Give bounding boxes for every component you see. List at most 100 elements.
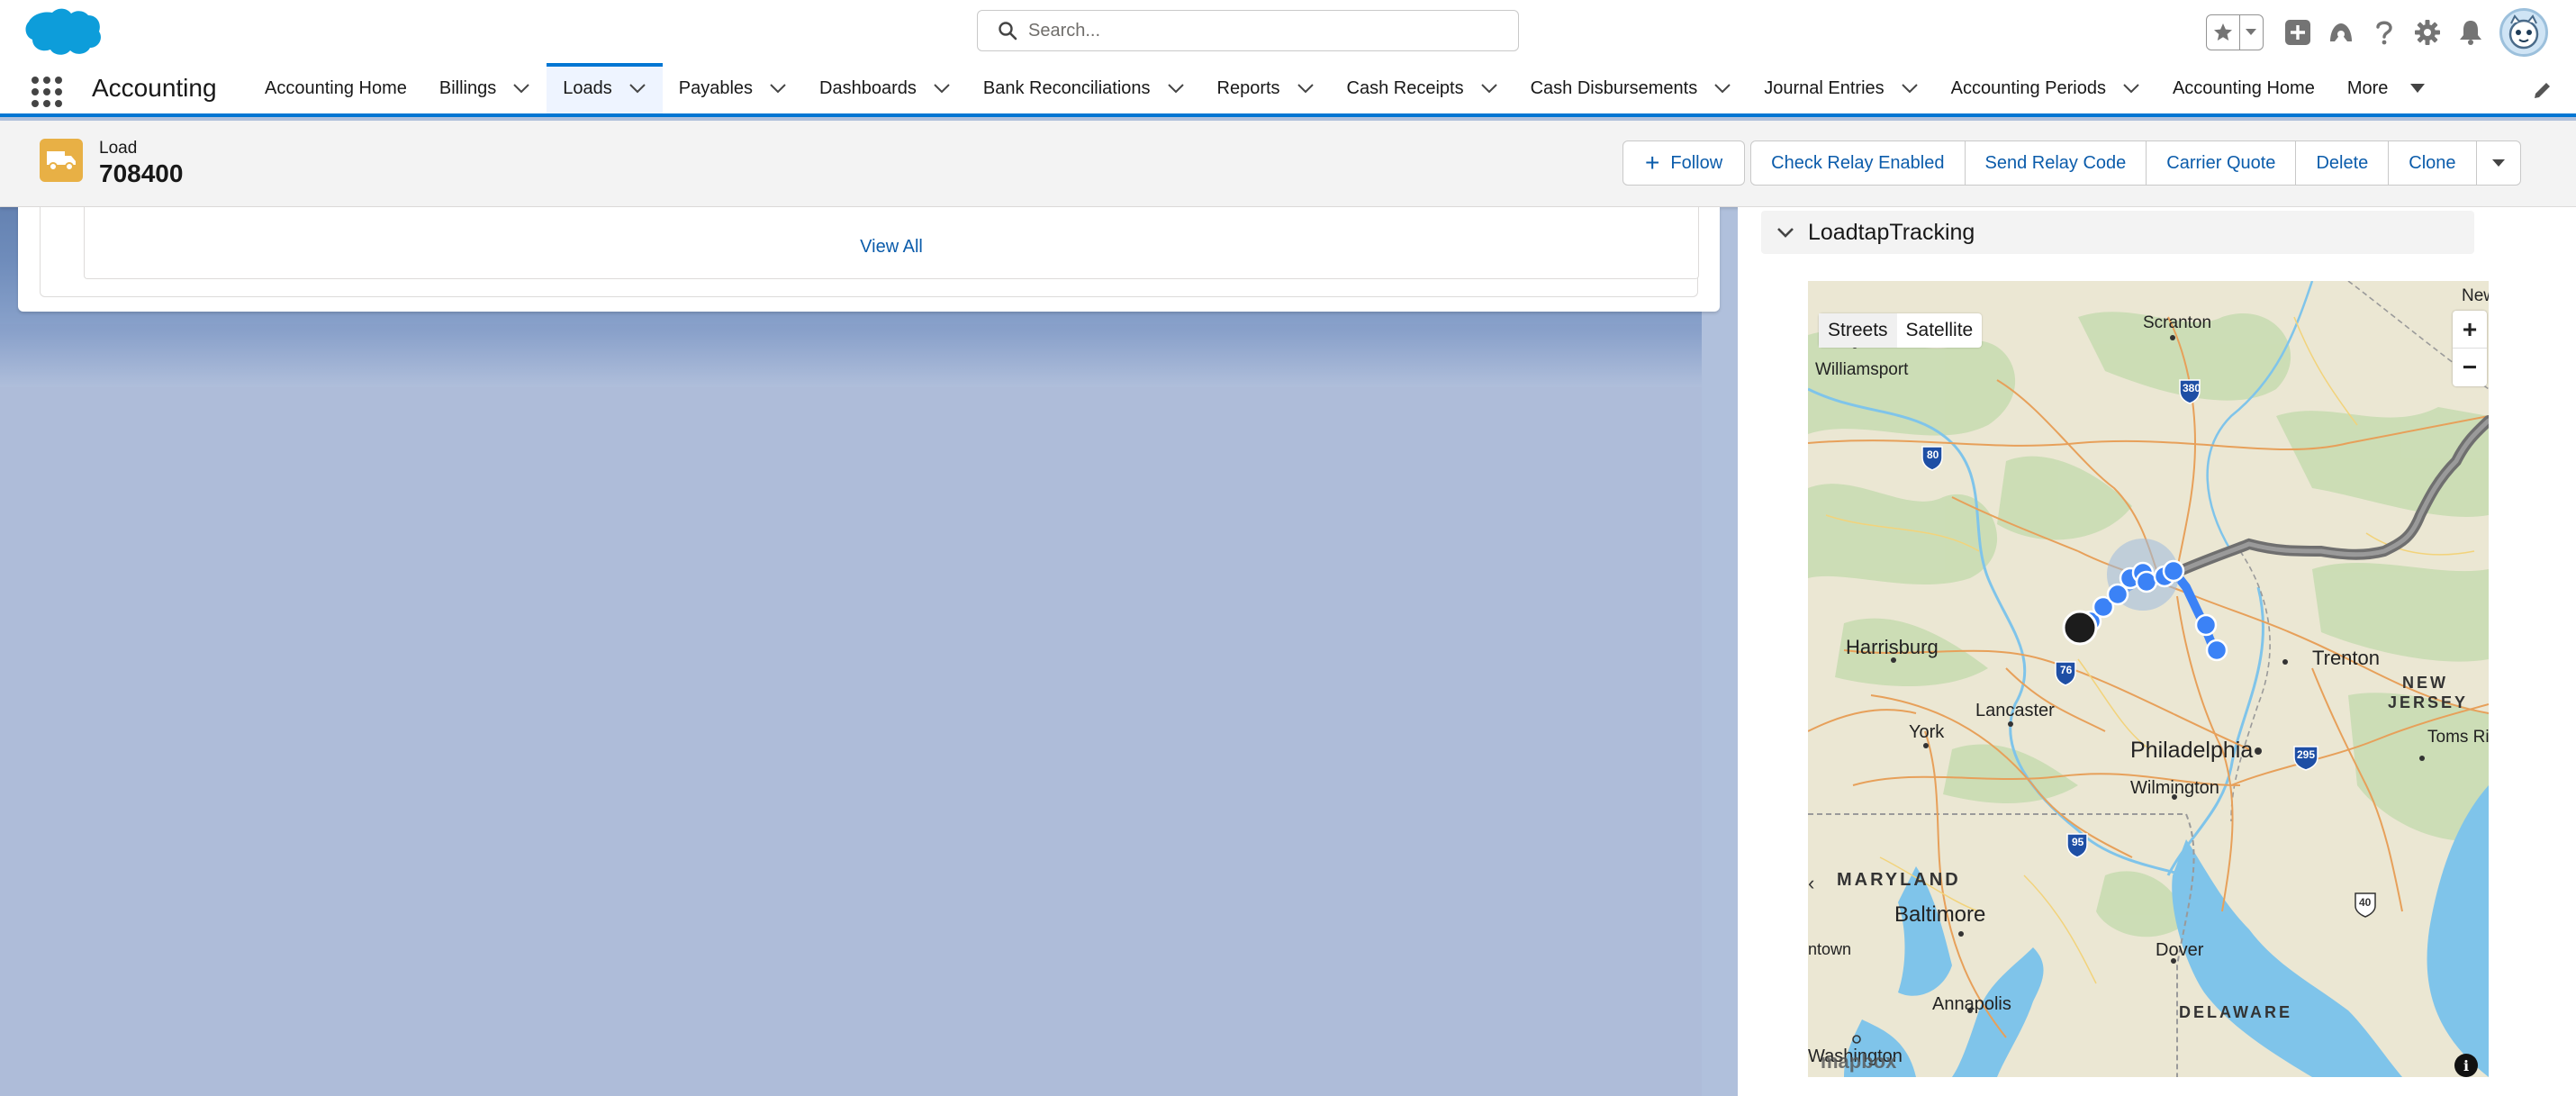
more-actions-button[interactable]: [2475, 140, 2521, 186]
nav-item-label: More: [2346, 77, 2389, 98]
caret-down-icon: [2491, 159, 2505, 167]
map-label-dover: Dover: [2156, 940, 2204, 960]
map-canvas[interactable]: [1808, 281, 2489, 1077]
global-create-icon[interactable]: [2276, 13, 2319, 52]
page-background: [0, 324, 1738, 1096]
nav-item-loads[interactable]: Loads: [547, 63, 663, 113]
chevron-down-icon[interactable]: [933, 82, 951, 95]
chevron-down-icon[interactable]: [1901, 82, 1919, 95]
user-avatar[interactable]: [2499, 8, 2548, 57]
app-name: Accounting: [92, 74, 217, 102]
send-relay-code-button[interactable]: Send Relay Code: [1964, 140, 2147, 186]
map-label-york: York: [1909, 722, 1945, 742]
streets-button[interactable]: Streets: [1819, 313, 1897, 348]
zoom-out-button[interactable]: −: [2453, 349, 2487, 386]
section-title: LoadtapTracking: [1808, 219, 1975, 245]
clone-button[interactable]: Clone: [2388, 140, 2477, 186]
delete-button[interactable]: Delete: [2295, 140, 2390, 186]
chevron-down-icon[interactable]: [1713, 82, 1731, 95]
zoom-in-button[interactable]: +: [2453, 311, 2487, 349]
follow-label: Follow: [1670, 152, 1723, 173]
chevron-down-icon[interactable]: [512, 82, 530, 95]
notifications-bell-icon[interactable]: [2449, 13, 2492, 52]
app-launcher-icon[interactable]: [27, 72, 63, 108]
carrier-quote-button[interactable]: Carrier Quote: [2146, 140, 2297, 186]
mapbox-logo[interactable]: mapbox: [1821, 1050, 1896, 1073]
nav-items: Accounting Home Billings Loads Payables …: [249, 63, 2442, 113]
chevron-down-icon[interactable]: [1297, 82, 1315, 95]
nav-item-label: Cash Receipts: [1346, 77, 1464, 98]
app-navigation-bar: Accounting Accounting Home Billings Load…: [0, 63, 2576, 117]
nav-item-label: Journal Entries: [1764, 77, 1885, 98]
map-label-trenton: Trenton: [2312, 647, 2381, 669]
nav-item-label: Dashboards: [819, 77, 917, 98]
nav-item-accounting-home[interactable]: Accounting Home: [249, 63, 423, 113]
chevron-down-icon[interactable]: [628, 82, 646, 95]
map-label-lancaster: Lancaster: [1975, 701, 2055, 720]
related-list-footer: View All: [84, 207, 1699, 279]
map-label-toms-river: Toms Riv: [2427, 728, 2489, 747]
nav-item-accounting-periods[interactable]: Accounting Periods: [1935, 63, 2156, 113]
map-label-maryland: MARYLAND: [1837, 870, 1961, 890]
map-label-baltimore: Baltimore: [1894, 902, 1986, 927]
nav-item-cash-disbursements[interactable]: Cash Disbursements: [1514, 63, 1749, 113]
nav-item-journal-entries[interactable]: Journal Entries: [1748, 63, 1934, 113]
chevron-down-icon[interactable]: [2122, 82, 2140, 95]
chevron-down-icon[interactable]: [1480, 82, 1498, 95]
record-type-label: Load: [99, 139, 138, 158]
loadtap-tracking-section-header[interactable]: LoadtapTracking: [1761, 211, 2474, 254]
column-gutter: [1702, 207, 1738, 1096]
header-icons: [2206, 8, 2548, 57]
map-label-scranton: Scranton: [2143, 313, 2212, 332]
nav-item-label: Loads: [563, 77, 612, 98]
nav-item-label: Cash Disbursements: [1530, 77, 1698, 98]
nav-item-accounting-home-2[interactable]: Accounting Home: [2156, 63, 2331, 113]
map-label-jersey: JERSEY: [2388, 693, 2469, 711]
record-actions: + Follow Check Relay Enabled Send Relay C…: [1622, 140, 2521, 186]
map-label-allentown: ntown: [1808, 940, 1852, 958]
salesforce-logo[interactable]: [18, 5, 103, 59]
chevron-down-icon[interactable]: [769, 82, 787, 95]
nav-item-label: Accounting Periods: [1950, 77, 2106, 98]
setup-gear-icon[interactable]: [2406, 13, 2449, 52]
nav-item-bank-reconciliations[interactable]: Bank Reconciliations: [967, 63, 1201, 113]
map-label-delaware: DELAWARE: [2179, 1003, 2293, 1021]
nav-item-label: Bank Reconciliations: [982, 77, 1151, 98]
map-label-new-york: New: [2462, 286, 2489, 305]
shield-label-95: 95: [2072, 836, 2084, 848]
map-info-icon[interactable]: i: [2454, 1054, 2478, 1077]
chevron-left-icon[interactable]: ‹: [1808, 872, 1814, 895]
nav-item-payables[interactable]: Payables: [663, 63, 803, 113]
search-input[interactable]: [1028, 20, 1496, 41]
global-search[interactable]: [977, 10, 1519, 51]
shield-label-76: 76: [2060, 664, 2073, 676]
tracking-map[interactable]: Scranton Williamsport Harrisburg Lancast…: [1808, 281, 2489, 1077]
favorite-star-icon[interactable]: [2207, 15, 2240, 50]
check-relay-enabled-button[interactable]: Check Relay Enabled: [1750, 140, 1966, 186]
edit-nav-pencil-icon[interactable]: [2532, 79, 2553, 101]
follow-button[interactable]: + Follow: [1622, 140, 1746, 186]
view-all-link[interactable]: View All: [85, 237, 1698, 258]
caret-down-icon[interactable]: [2409, 83, 2426, 94]
nav-item-billings[interactable]: Billings: [423, 63, 547, 113]
nav-item-label: Accounting Home: [265, 77, 407, 98]
map-label-annapolis: Annapolis: [1932, 994, 2011, 1014]
nav-item-reports[interactable]: Reports: [1201, 63, 1331, 113]
shield-label-40: 40: [2359, 896, 2372, 909]
favorites-list-icon[interactable]: [2240, 15, 2263, 50]
trailhead-help-icon[interactable]: [2319, 13, 2363, 52]
favorites-group: [2206, 14, 2264, 50]
chevron-down-icon[interactable]: [1167, 82, 1185, 95]
shield-label-380: 380: [2183, 382, 2201, 394]
nav-item-dashboards[interactable]: Dashboards: [803, 63, 967, 113]
map-label-philadelphia: Philadelphia: [2130, 738, 2254, 763]
zoom-control: + −: [2453, 311, 2487, 386]
nav-item-label: Billings: [438, 77, 497, 98]
nav-item-cash-receipts[interactable]: Cash Receipts: [1331, 63, 1514, 113]
nav-item-more[interactable]: More: [2331, 63, 2443, 113]
chevron-down-icon[interactable]: [1776, 222, 1795, 242]
help-icon[interactable]: [2363, 13, 2406, 52]
truck-icon: [40, 139, 83, 182]
shield-label-80: 80: [1927, 448, 1939, 461]
satellite-button[interactable]: Satellite: [1897, 313, 1983, 348]
